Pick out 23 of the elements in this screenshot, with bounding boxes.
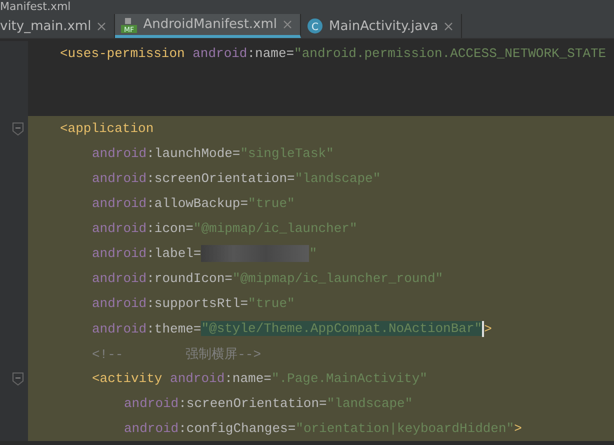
code-text: android:icon="@mipmap/ic_launcher" <box>92 221 358 236</box>
code-text: android:allowBackup="true" <box>92 196 295 211</box>
code-text: android:supportsRtl="true" <box>92 296 295 311</box>
code-text: <application <box>60 121 154 136</box>
close-icon[interactable] <box>444 22 454 30</box>
window-title: Manifest.xml <box>0 0 71 13</box>
fold-icon[interactable] <box>12 372 24 386</box>
close-icon[interactable] <box>283 20 292 29</box>
class-icon: C <box>307 18 324 34</box>
code-text: " <box>309 246 318 261</box>
code-text: <!-- 强制横屏--> <box>92 346 262 362</box>
code-text: android:roundIcon="@mipmap/ic_launcher_round" <box>92 271 444 286</box>
code-text: android:screenOrientation="landscape" <box>92 171 381 186</box>
code-text: <activity android:name=".Page.MainActivity" <box>92 371 428 386</box>
code-text: android:theme="@style/Theme.AppCompat.NoActionBar"> <box>92 320 492 336</box>
fold-icon[interactable] <box>12 122 24 136</box>
code-text: <uses-permission android:name="android.permission.ACCESS_NETWORK_STATE <box>60 46 606 61</box>
code-text: android:launchMode="singleTask" <box>92 146 334 161</box>
close-icon[interactable] <box>97 22 106 30</box>
code-text: android:label= <box>92 246 202 261</box>
code-text: android:configChanges="orientation|keyboardHidden"> <box>124 421 522 436</box>
file-tab[interactable]: C MainActivity.java <box>301 14 462 38</box>
code-text: android:screenOrientation="landscape" <box>124 396 413 411</box>
